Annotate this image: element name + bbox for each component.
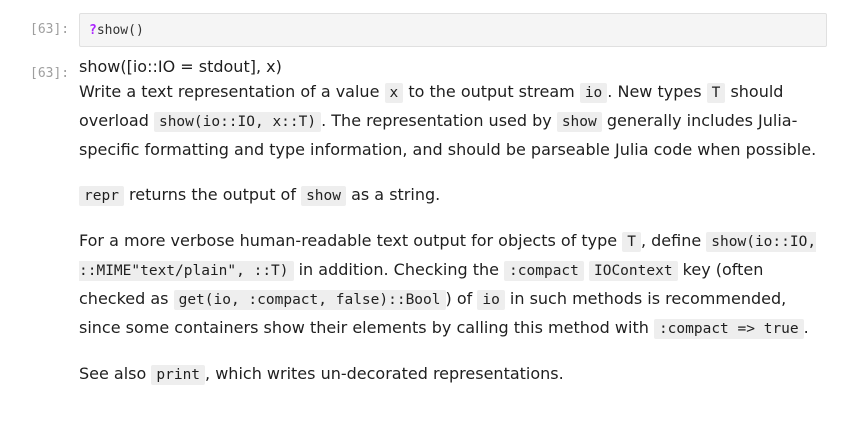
doc-text: , which writes un-decorated representati… [205,364,564,383]
input-prompt: [63]: [30,22,70,37]
inline-code: IOContext [588,261,678,281]
doc-paragraph-description: Write a text representation of a value x… [79,78,829,164]
doc-paragraph-verbose: For a more verbose human-readable text o… [79,227,829,343]
doc-text: . The representation used by [321,111,557,130]
doc-text: returns the output of [123,185,302,204]
doc-text: . [803,318,809,337]
inline-code: get(io, :compact, false)::Bool [173,290,446,310]
doc-paragraph-repr: repr returns the output of show as a str… [79,181,829,210]
inline-code: show [301,186,346,206]
inline-code: repr [79,186,124,206]
doc-text: as a string. [345,185,441,204]
help-operator: ? [89,23,97,38]
doc-text: to the output stream [403,82,580,101]
inline-code: T [622,232,641,252]
doc-text: Write a text representation of a value [79,82,385,101]
inline-code: :compact [504,261,584,281]
doc-text: , define [640,231,707,250]
doc-text: See also [79,364,152,383]
inline-code: io [477,290,505,310]
inline-code: T [706,83,726,103]
code-input-cell[interactable]: ?show() [79,13,827,47]
inline-code: print [151,365,206,385]
help-output: show([io::IO = stdout], x) Write a text … [79,56,829,389]
inline-code: show [556,112,602,132]
code-call: show() [96,23,144,38]
output-prompt: [63]: [30,66,70,81]
doc-text: . New types [607,82,707,101]
inline-code: x [384,83,404,103]
doc-text: ) of [445,289,478,308]
code-input-text[interactable]: ?show() [89,23,144,38]
doc-text: in addition. Checking the [293,260,505,279]
inline-code: io [579,83,608,103]
inline-code: show(io::IO, x::T) [153,112,322,132]
function-signature: show([io::IO = stdout], x) [79,57,282,76]
doc-text: For a more verbose human-readable text o… [79,231,623,250]
doc-paragraph-see-also: See also print, which writes un-decorate… [79,360,829,389]
inline-code: :compact => true [653,319,804,339]
